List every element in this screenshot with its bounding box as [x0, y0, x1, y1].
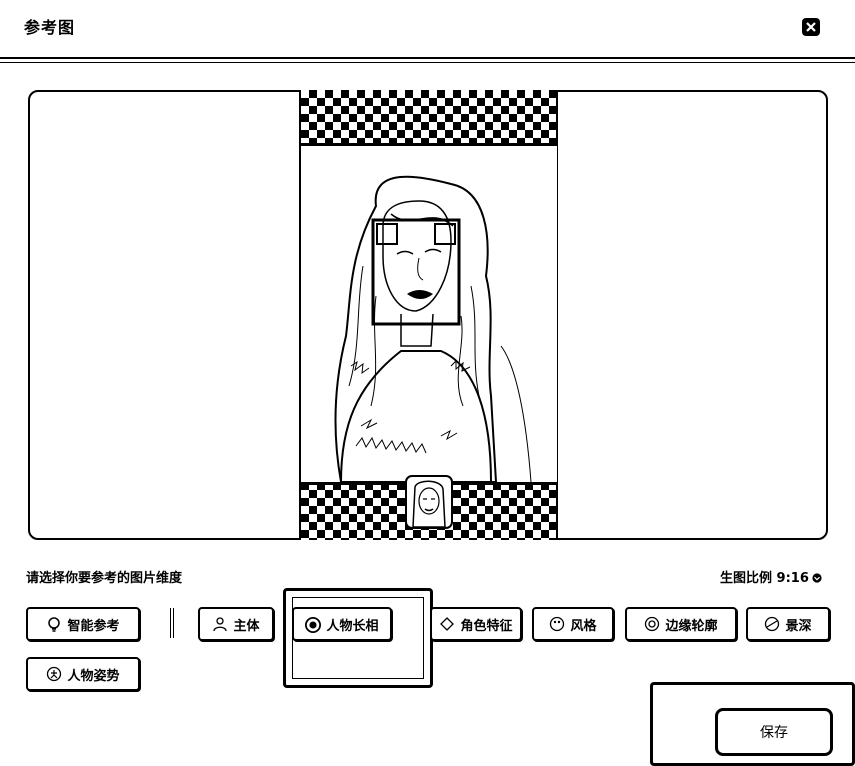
chevron-down-icon	[812, 572, 822, 583]
face-thumbnail[interactable]	[405, 475, 453, 529]
dimension-pose[interactable]: 人物姿势	[26, 657, 140, 691]
close-button[interactable]	[800, 16, 822, 38]
dimension-label: 主体	[233, 618, 260, 634]
dimension-label: 人物姿势	[67, 668, 120, 684]
depth-icon	[764, 616, 780, 632]
dimension-label: 景深	[785, 618, 812, 634]
pose-icon	[46, 666, 62, 682]
dimension-label: 风格	[570, 618, 597, 634]
role-icon	[439, 616, 455, 632]
radio-selected-icon	[305, 616, 322, 633]
dimension-subject[interactable]: 主体	[198, 607, 274, 641]
dimension-style[interactable]: 风格	[532, 607, 614, 641]
dimension-outline[interactable]: 边缘轮廓	[625, 607, 737, 641]
person-icon	[212, 616, 228, 632]
dialog-title: 参考图	[24, 18, 76, 37]
dimension-smart-reference[interactable]: 智能参考	[26, 607, 140, 641]
dimension-prompt: 请选择你要参考的图片维度	[26, 571, 183, 586]
close-icon	[802, 18, 820, 36]
dimension-character[interactable]: 角色特征	[430, 607, 522, 641]
aspect-ratio-label: 生图比例 9:16	[720, 571, 809, 586]
dimension-label: 边缘轮廓	[665, 618, 718, 634]
chip-divider	[170, 608, 174, 638]
palette-icon	[549, 616, 565, 632]
header-divider-thin	[0, 62, 855, 63]
dimension-label: 智能参考	[67, 618, 120, 634]
aspect-ratio-dropdown[interactable]: 生图比例 9:16	[720, 567, 822, 586]
dimension-label: 角色特征	[460, 618, 513, 634]
reference-image[interactable]	[301, 143, 557, 485]
outline-icon	[644, 616, 660, 632]
dimension-face[interactable]: 人物长相	[292, 607, 392, 641]
save-button[interactable]: 保存	[715, 708, 833, 756]
bulb-icon	[46, 616, 62, 632]
dimension-depth[interactable]: 景深	[746, 607, 830, 641]
header-divider	[0, 57, 855, 59]
dimension-label: 人物长相	[326, 618, 379, 634]
